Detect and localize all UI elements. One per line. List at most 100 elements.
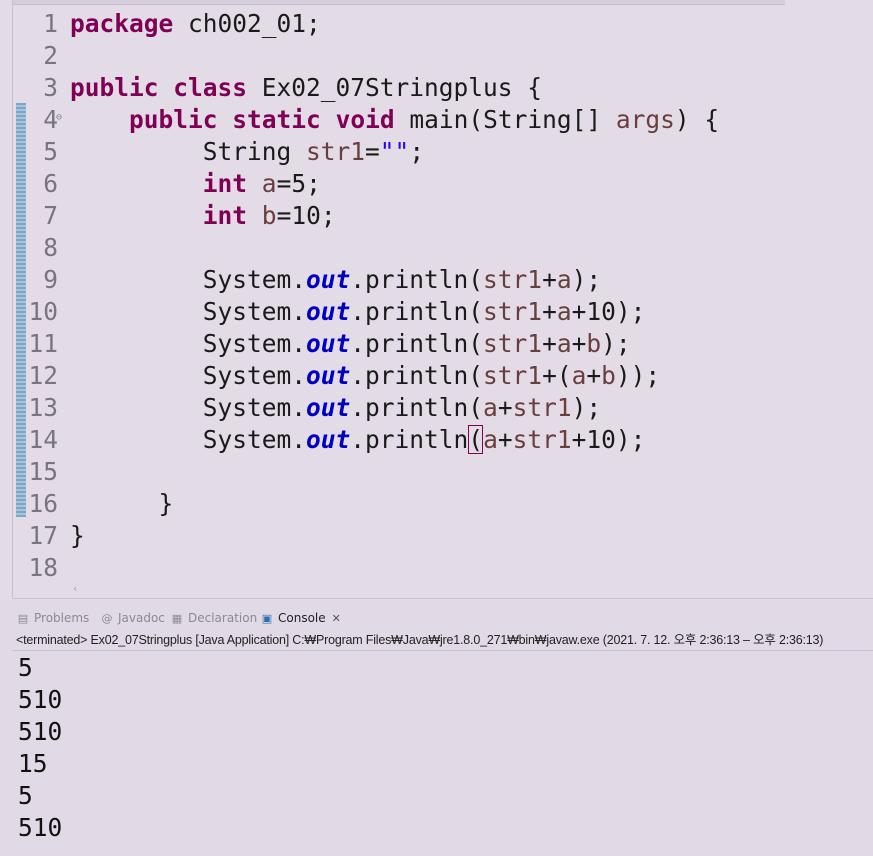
line-number: 6	[43, 169, 58, 198]
code-text: System.out.println(a+str1);	[70, 392, 601, 424]
variable: a	[483, 425, 498, 454]
code-token: +10);	[571, 425, 646, 454]
line-number: 9	[43, 265, 58, 294]
keyword: int	[202, 201, 248, 230]
code-token: +	[542, 265, 557, 294]
javadoc-icon: @	[101, 612, 113, 625]
keyword: int	[202, 169, 248, 198]
variable: b	[261, 201, 277, 230]
console-status: <terminated> Ex02_07Stringplus [Java App…	[16, 633, 824, 647]
code-text: public class Ex02_07Stringplus {	[70, 72, 542, 104]
code-token: +(	[542, 361, 572, 390]
variable: a	[556, 265, 572, 294]
code-token: ));	[615, 361, 661, 390]
variable: str1	[512, 393, 572, 422]
code-line[interactable]: 1 package ch002_01;	[0, 8, 873, 40]
code-line[interactable]: 8	[0, 232, 873, 264]
code-token: );	[571, 393, 602, 422]
code-line[interactable]: 9 System.out.println(str1+a);	[0, 264, 873, 296]
code-line[interactable]: 4 ⊖ public static void main(String[] args…	[0, 104, 873, 136]
code-token: System.	[70, 425, 307, 454]
line-number: 4	[43, 105, 58, 134]
code-line[interactable]: 11 System.out.println(str1+a+b);	[0, 328, 873, 360]
string-literal: ""	[379, 137, 410, 166]
scroll-left-arrow-icon[interactable]: ‹	[72, 582, 79, 595]
code-line[interactable]: 13 System.out.println(a+str1);	[0, 392, 873, 424]
code-token: System.	[70, 297, 307, 326]
problems-icon: ▤	[17, 612, 29, 625]
code-line[interactable]: 18	[0, 552, 873, 584]
code-token: System.	[70, 361, 307, 390]
variable: b	[586, 329, 602, 358]
console-icon: ▣	[261, 612, 273, 625]
code-token: .println(	[350, 393, 484, 422]
tab-label: Declaration	[188, 611, 258, 625]
code-line[interactable]: 16 }	[0, 488, 873, 520]
console-divider	[12, 650, 873, 651]
code-token: .println(	[350, 265, 484, 294]
code-line[interactable]: 12 System.out.println(str1+(a+b));	[0, 360, 873, 392]
code-token: }	[70, 521, 85, 550]
fold-toggle-icon[interactable]: ⊖	[56, 112, 62, 124]
code-text: public static void main(String[] args) {	[70, 104, 719, 136]
line-number: 14	[28, 425, 58, 454]
code-line[interactable]: 5 String str1="";	[0, 136, 873, 168]
code-text: String str1="";	[70, 136, 424, 168]
tab-label: Console	[278, 611, 326, 625]
tab-problems[interactable]: ▤ Problems	[16, 608, 90, 628]
tab-label: Problems	[34, 611, 90, 625]
declaration-icon: ▦	[171, 612, 183, 625]
code-text: System.out.println(str1+a+b);	[70, 328, 631, 360]
code-text: System.out.println(str1+a);	[70, 264, 601, 296]
code-token: System.	[70, 393, 307, 422]
tab-declaration[interactable]: ▦ Declaration	[170, 608, 257, 628]
code-token: );	[601, 329, 631, 358]
code-token: +	[571, 329, 587, 358]
code-line[interactable]: 2	[0, 40, 873, 72]
line-number: 16	[28, 489, 58, 518]
line-number: 10	[28, 297, 58, 326]
console-output-line: 5	[18, 653, 33, 682]
code-token: ;	[409, 137, 425, 166]
code-line[interactable]: 3 public class Ex02_07Stringplus {	[0, 72, 873, 104]
variable: a	[571, 361, 587, 390]
code-token: String	[70, 137, 307, 166]
line-number: 7	[43, 201, 58, 230]
line-number: 2	[43, 41, 58, 70]
code-line[interactable]: 7 int b=10;	[0, 200, 873, 232]
code-line[interactable]: 14 System.out.println(a+str1+10);	[0, 424, 873, 456]
code-line[interactable]: 15	[0, 456, 873, 488]
code-token: .println(	[350, 297, 484, 326]
field: out	[306, 425, 351, 454]
code-line[interactable]: 17}	[0, 520, 873, 552]
field: out	[306, 297, 351, 326]
close-icon[interactable]: ✕	[332, 612, 341, 625]
keyword: public	[70, 73, 159, 102]
variable: a	[261, 169, 277, 198]
variable: str1	[483, 361, 543, 390]
code-token: +	[497, 425, 513, 454]
keyword: class	[173, 73, 248, 102]
variable: args	[615, 105, 675, 134]
code-token: =	[365, 137, 380, 166]
code-token: .println(	[350, 329, 484, 358]
code-token: =5;	[276, 169, 321, 198]
code-line[interactable]: 6 int a=5;	[0, 168, 873, 200]
console-output[interactable]: 5 510 510 15 5 510	[18, 652, 62, 844]
code-token: ) {	[674, 105, 720, 134]
code-text: int a=5;	[70, 168, 321, 200]
line-number: 17	[28, 521, 58, 550]
code-line[interactable]: 10 System.out.println(str1+a+10);	[0, 296, 873, 328]
code-editor[interactable]: 1 package ch002_01; 2 3 public class Ex02_07…	[0, 0, 873, 600]
code-token: System.	[70, 329, 307, 358]
variable: str1	[483, 329, 543, 358]
field: out	[306, 265, 351, 294]
tab-javadoc[interactable]: @ Javadoc	[100, 608, 165, 628]
code-text: }	[70, 488, 174, 520]
tab-console[interactable]: ▣ Console ✕	[260, 608, 341, 628]
